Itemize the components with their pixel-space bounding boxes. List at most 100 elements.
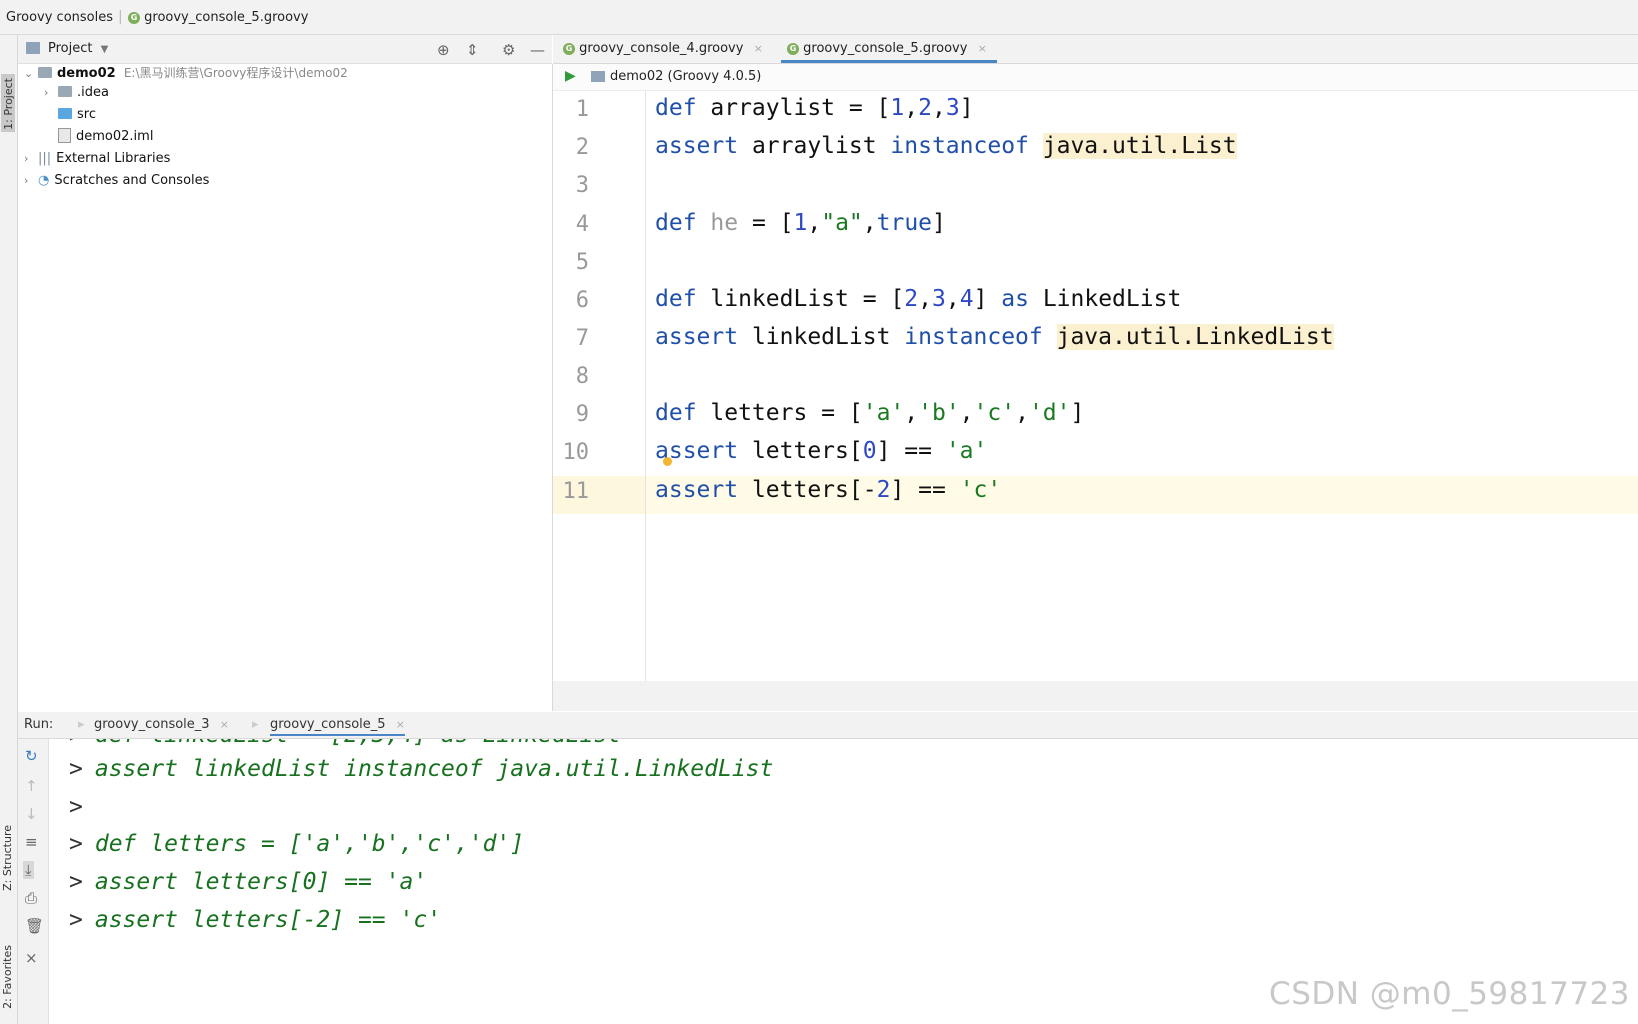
tree-item-label: Scratches and Consoles — [54, 173, 210, 188]
lightbulb-icon[interactable] — [663, 457, 672, 466]
project-tool-tab[interactable]: 1: Project — [1, 74, 15, 132]
code-line-4: def he = [1,"a",true] — [655, 210, 946, 236]
code-token: , — [904, 400, 919, 426]
code-token: 'b' — [918, 400, 960, 426]
code-token: assert — [655, 133, 739, 159]
run-icon[interactable]: ▶ — [565, 68, 576, 84]
chevron-right-icon[interactable]: › — [44, 86, 58, 99]
run-config-label[interactable]: demo02 (Groovy 4.0.5) — [610, 69, 761, 84]
breadcrumb-file-label: groovy_console_5.groovy — [144, 10, 309, 25]
run-panel-header: Run: ▸ groovy_console_3 × ▸ groovy_conso… — [18, 712, 1638, 739]
code-token: def — [655, 286, 697, 312]
scroll-to-end-icon[interactable]: ⤓ — [23, 861, 34, 879]
arrow-down-icon[interactable]: ↓ — [25, 805, 38, 823]
tab-groovy-console-4[interactable]: G groovy_console_4.groovy × — [563, 35, 763, 63]
tab-groovy-console-5[interactable]: G groovy_console_5.groovy × — [781, 35, 997, 63]
prompt-icon: > — [69, 739, 83, 748]
chevron-down-icon[interactable]: ⌄ — [24, 67, 38, 80]
code-token: 'c' — [973, 400, 1016, 426]
line-number: 6 — [575, 288, 589, 313]
code-token: 'c' — [959, 477, 1002, 503]
print-icon[interactable]: ⎙ — [25, 889, 37, 907]
code-token: 2 — [876, 477, 891, 503]
code-token: 4 — [959, 286, 974, 312]
code-token: 2 — [918, 95, 932, 121]
line-number: 3 — [575, 173, 589, 198]
code-token: letters[ — [738, 438, 863, 464]
code-token: ] — [973, 286, 1002, 312]
arrow-up-icon[interactable]: ↑ — [25, 777, 38, 795]
code-token: , — [807, 210, 822, 236]
code-token: , — [945, 286, 960, 312]
code-token: 1 — [793, 210, 808, 236]
chevron-right-icon[interactable]: › — [24, 152, 38, 165]
tree-item-idea[interactable]: › .idea — [44, 85, 109, 105]
code-token: def — [655, 95, 697, 121]
close-icon[interactable]: × — [754, 42, 763, 55]
locate-icon[interactable]: ⊕ — [437, 41, 450, 59]
prompt-icon: > — [69, 756, 83, 782]
breadcrumb-root[interactable]: Groovy consoles — [6, 10, 113, 25]
run-tab-groovy-console-3[interactable]: groovy_console_3 × — [94, 717, 229, 732]
prompt-icon: > — [69, 869, 83, 895]
editor-tab-bar: G groovy_console_4.groovy × G groovy_con… — [553, 35, 1638, 64]
run-config-bar: ▶ demo02 (Groovy 4.0.5) — [553, 64, 1638, 91]
left-tool-strip: 1: Project Z: Structure 2: Favorites — [0, 35, 18, 1024]
code-token: 1 — [890, 95, 905, 121]
line-number: 7 — [575, 326, 589, 351]
code-token: as — [1001, 286, 1029, 312]
code-token: ] — [1070, 400, 1085, 426]
console-line-text: def linkedList = [2,3,4] as LinkedList — [95, 739, 621, 748]
scratches-icon: ◔ — [38, 173, 50, 188]
code-token: assert — [655, 477, 739, 503]
code-token: = [ — [738, 210, 794, 236]
line-number-gutter: 1 2 3 4 5 6 7 8 9 10 11 — [553, 91, 646, 681]
gear-icon[interactable]: ⚙ — [502, 41, 515, 59]
code-token: 3 — [931, 286, 946, 312]
run-tab-icon: ▸ — [252, 717, 259, 732]
close-icon[interactable]: × — [978, 42, 987, 55]
tree-item-scratches[interactable]: › ◔ Scratches and Consoles — [24, 173, 209, 193]
code-token: true — [876, 210, 933, 236]
tab-label: groovy_console_4.groovy — [579, 41, 744, 56]
close-icon[interactable]: × — [220, 718, 229, 731]
folder-icon — [58, 86, 72, 97]
code-line-9: def letters = ['a','b','c','d'] — [655, 400, 1084, 426]
console-line: > def linkedList = [2,3,4] as LinkedList — [69, 739, 621, 748]
run-label: Run: — [24, 717, 54, 732]
groovy-file-icon: G — [563, 42, 575, 55]
hide-panel-icon[interactable]: — — [530, 41, 545, 59]
tree-item-path: E:\黑马训练营\Groovy程序设计\demo02 — [123, 66, 348, 80]
tree-item-label: demo02.iml — [76, 129, 154, 144]
structure-tool-tab[interactable]: Z: Structure — [1, 825, 14, 891]
project-view-selector[interactable]: Project ▼ — [48, 41, 108, 56]
tree-item-src[interactable]: src — [58, 107, 96, 127]
tree-item-demo02[interactable]: ⌄ demo02 E:\黑马训练营\Groovy程序设计\demo02 — [24, 64, 348, 84]
line-number: 2 — [575, 135, 589, 160]
chevron-right-icon[interactable]: › — [24, 174, 38, 187]
code-editor[interactable]: def arraylist = [1,2,3] assert arraylist… — [646, 91, 1638, 681]
breadcrumb-file[interactable]: G groovy_console_5.groovy — [128, 10, 308, 25]
soft-wrap-icon[interactable]: ≡ — [25, 833, 38, 851]
code-token: , — [904, 95, 919, 121]
run-toolbar: ↻ ↑ ↓ ≡ ⤓ ⎙ 🗑 × — [18, 739, 49, 1024]
code-token: ] — [959, 95, 974, 121]
editor-bottom-area — [553, 681, 1638, 711]
close-icon[interactable]: × — [25, 949, 38, 967]
close-icon[interactable]: × — [396, 718, 405, 731]
code-token: letters = [ — [696, 400, 863, 426]
code-token: , — [918, 286, 932, 312]
tree-item-demo02-iml[interactable]: demo02.iml — [58, 128, 154, 149]
rerun-icon[interactable]: ↻ — [25, 747, 38, 765]
code-token: ] — [932, 210, 946, 236]
code-token: 2 — [904, 286, 919, 312]
trash-icon[interactable]: 🗑 — [25, 917, 44, 935]
tree-item-external-libraries[interactable]: › ||| External Libraries — [24, 151, 170, 171]
code-token: , — [932, 95, 946, 121]
favorites-tool-tab[interactable]: 2: Favorites — [1, 945, 14, 1009]
run-tab-icon: ▸ — [78, 717, 85, 732]
collapse-all-icon[interactable]: ⇕ — [466, 41, 479, 59]
run-tab-groovy-console-5[interactable]: groovy_console_5 × — [270, 717, 405, 736]
